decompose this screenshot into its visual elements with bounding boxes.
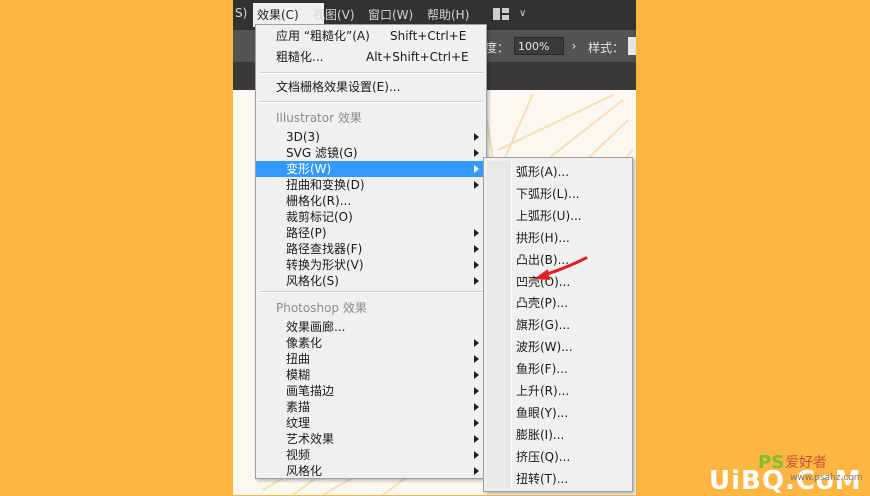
menu-item-label: 风格化 xyxy=(286,464,323,478)
submenu-arrow-icon xyxy=(474,181,479,189)
watermark-ps: PS xyxy=(758,452,785,473)
menu-item-label: 模糊 xyxy=(286,368,311,382)
chevron-down-icon[interactable]: ∨ xyxy=(519,8,526,19)
photoshop-effect-item[interactable]: 素描 xyxy=(256,399,486,415)
menu-item-label: 路径(P) xyxy=(286,226,327,240)
watermark-cn: 爱好者 xyxy=(785,455,827,471)
warp-option-item[interactable]: 扭转(T)... xyxy=(516,471,568,487)
menu-item-label: 裁剪标记(O) xyxy=(286,210,353,224)
menu-item-label: 转换为形状(V) xyxy=(286,258,364,272)
menu-separator xyxy=(259,101,483,103)
submenu-arrow-icon xyxy=(474,387,479,395)
submenu-arrow-icon xyxy=(474,229,479,237)
submenu-arrow-icon xyxy=(474,277,479,285)
warp-option-item[interactable]: 挤压(Q)... xyxy=(516,449,570,465)
warp-option-item[interactable]: 上升(R)... xyxy=(516,383,569,399)
menu-item-label: 栅格化(R)... xyxy=(286,194,352,208)
menu-item-label: 纹理 xyxy=(286,416,311,430)
submenu-icon-rail xyxy=(487,161,512,488)
illustrator-effect-item[interactable]: SVG 滤镜(G) xyxy=(256,145,486,161)
menu-item-label: SVG 滤镜(G) xyxy=(286,146,358,160)
photoshop-effect-item[interactable]: 艺术效果 xyxy=(256,431,486,447)
warp-option-item[interactable]: 膨胀(I)... xyxy=(516,427,564,443)
style-dropdown[interactable] xyxy=(628,37,636,55)
menu-separator xyxy=(259,72,483,74)
opacity-label: 度： xyxy=(485,41,510,55)
menu-item-label: 视频 xyxy=(286,448,311,462)
submenu-arrow-icon xyxy=(474,133,479,141)
submenu-arrow-icon xyxy=(474,165,479,173)
submenu-arrow-icon xyxy=(474,467,479,475)
menu-item-label: 画笔描边 xyxy=(286,384,335,398)
submenu-arrow-icon xyxy=(474,261,479,269)
photoshop-effects-header: Photoshop 效果 xyxy=(276,301,367,315)
warp-option-item[interactable]: 拱形(H)... xyxy=(516,230,570,246)
warp-submenu: 弧形(A)... 下弧形(L)... 上弧形(U)... 拱形(H)... 凸出(B).… xyxy=(483,157,633,492)
submenu-arrow-icon xyxy=(474,355,479,363)
submenu-arrow-icon xyxy=(474,451,479,459)
menu-item-label: 艺术效果 xyxy=(286,432,335,446)
submenu-arrow-icon xyxy=(474,371,479,379)
illustrator-effect-item[interactable]: 路径查找器(F) xyxy=(256,241,486,257)
warp-option-item[interactable]: 下弧形(L)... xyxy=(516,186,580,202)
apply-roughen-item[interactable]: 应用 “粗糙化”(A) Shift+Ctrl+E xyxy=(256,28,486,44)
illustrator-effect-item[interactable]: 3D(3) xyxy=(256,129,486,145)
illustrator-effect-item[interactable]: 风格化(S) xyxy=(256,273,486,289)
annotation-arrow xyxy=(534,256,588,280)
warp-option-item[interactable]: 波形(W)... xyxy=(516,339,573,355)
photoshop-effect-item[interactable]: 扭曲 xyxy=(256,351,486,367)
menu-item-label: 风格化(S) xyxy=(286,274,339,288)
menu-item-label: 扭曲 xyxy=(286,352,311,366)
menu-item-label: 变形(W) xyxy=(286,162,332,176)
warp-option-item[interactable]: 上弧形(U)... xyxy=(516,208,582,224)
opacity-field[interactable]: 100% xyxy=(514,37,564,55)
illustrator-effects-header: Illustrator 效果 xyxy=(276,111,362,125)
photoshop-effect-item[interactable]: 画笔描边 xyxy=(256,383,486,399)
menu-item-label: 3D(3) xyxy=(286,130,320,144)
warp-option-item[interactable]: 弧形(A)... xyxy=(516,164,569,180)
photoshop-effect-item[interactable]: 效果画廊... xyxy=(256,319,486,335)
warp-option-item[interactable]: 凸壳(P)... xyxy=(516,295,568,311)
menu-item-label: 路径查找器(F) xyxy=(286,242,363,256)
submenu-arrow-icon xyxy=(474,149,479,157)
menu-separator xyxy=(259,291,483,293)
illustrator-effect-item[interactable]: 转换为形状(V) xyxy=(256,257,486,273)
illustrator-effect-item[interactable]: 栅格化(R)... xyxy=(256,193,486,209)
menu-item-label: 效果画廊... xyxy=(286,320,346,334)
menu-window[interactable]: 窗口(W) xyxy=(368,6,413,23)
photoshop-effect-item[interactable]: 纹理 xyxy=(256,415,486,431)
menu-view[interactable]: 视图(V) xyxy=(313,6,355,23)
menu-help[interactable]: 帮助(H) xyxy=(427,6,469,23)
photoshop-effect-item[interactable]: 视频 xyxy=(256,447,486,463)
menu-item-label: 像素化 xyxy=(286,336,323,350)
style-label: 样式： xyxy=(588,41,625,55)
illustrator-effect-item[interactable]: 路径(P) xyxy=(256,225,486,241)
shortcut-label: Shift+Ctrl+E xyxy=(390,29,467,43)
watermark-url: www.psahz.com xyxy=(790,473,863,483)
illustrator-effect-item[interactable]: 扭曲和变换(D) xyxy=(256,177,486,193)
submenu-arrow-icon xyxy=(474,403,479,411)
menu-item-label: 素描 xyxy=(286,400,311,414)
illustrator-effect-item[interactable]: 裁剪标记(O) xyxy=(256,209,486,225)
illustrator-effect-item[interactable]: 变形(W) xyxy=(256,161,486,177)
warp-option-item[interactable]: 鱼眼(Y)... xyxy=(516,405,568,421)
effect-menu: 应用 “粗糙化”(A) Shift+Ctrl+E 粗糙化... Alt+Shif… xyxy=(255,24,487,479)
photoshop-effect-item[interactable]: 模糊 xyxy=(256,367,486,383)
submenu-arrow-icon xyxy=(474,419,479,427)
arrange-documents-icon[interactable] xyxy=(493,8,509,20)
warp-option-item[interactable]: 鱼形(F)... xyxy=(516,361,568,377)
opacity-arrow-icon[interactable]: › xyxy=(567,37,581,55)
photoshop-effect-item[interactable]: 像素化 xyxy=(256,335,486,351)
roughen-item[interactable]: 粗糙化... Alt+Shift+Ctrl+E xyxy=(256,49,486,65)
submenu-arrow-icon xyxy=(474,435,479,443)
photoshop-effect-item[interactable]: 风格化 xyxy=(256,463,486,479)
submenu-arrow-icon xyxy=(474,339,479,347)
warp-option-item[interactable]: 旗形(G)... xyxy=(516,317,570,333)
menu-select[interactable]: S) xyxy=(235,6,247,20)
shortcut-label: Alt+Shift+Ctrl+E xyxy=(366,50,469,64)
menu-item-label: 扭曲和变换(D) xyxy=(286,178,365,192)
document-raster-effects-settings-item[interactable]: 文档栅格效果设置(E)... xyxy=(256,79,486,95)
submenu-arrow-icon xyxy=(474,245,479,253)
